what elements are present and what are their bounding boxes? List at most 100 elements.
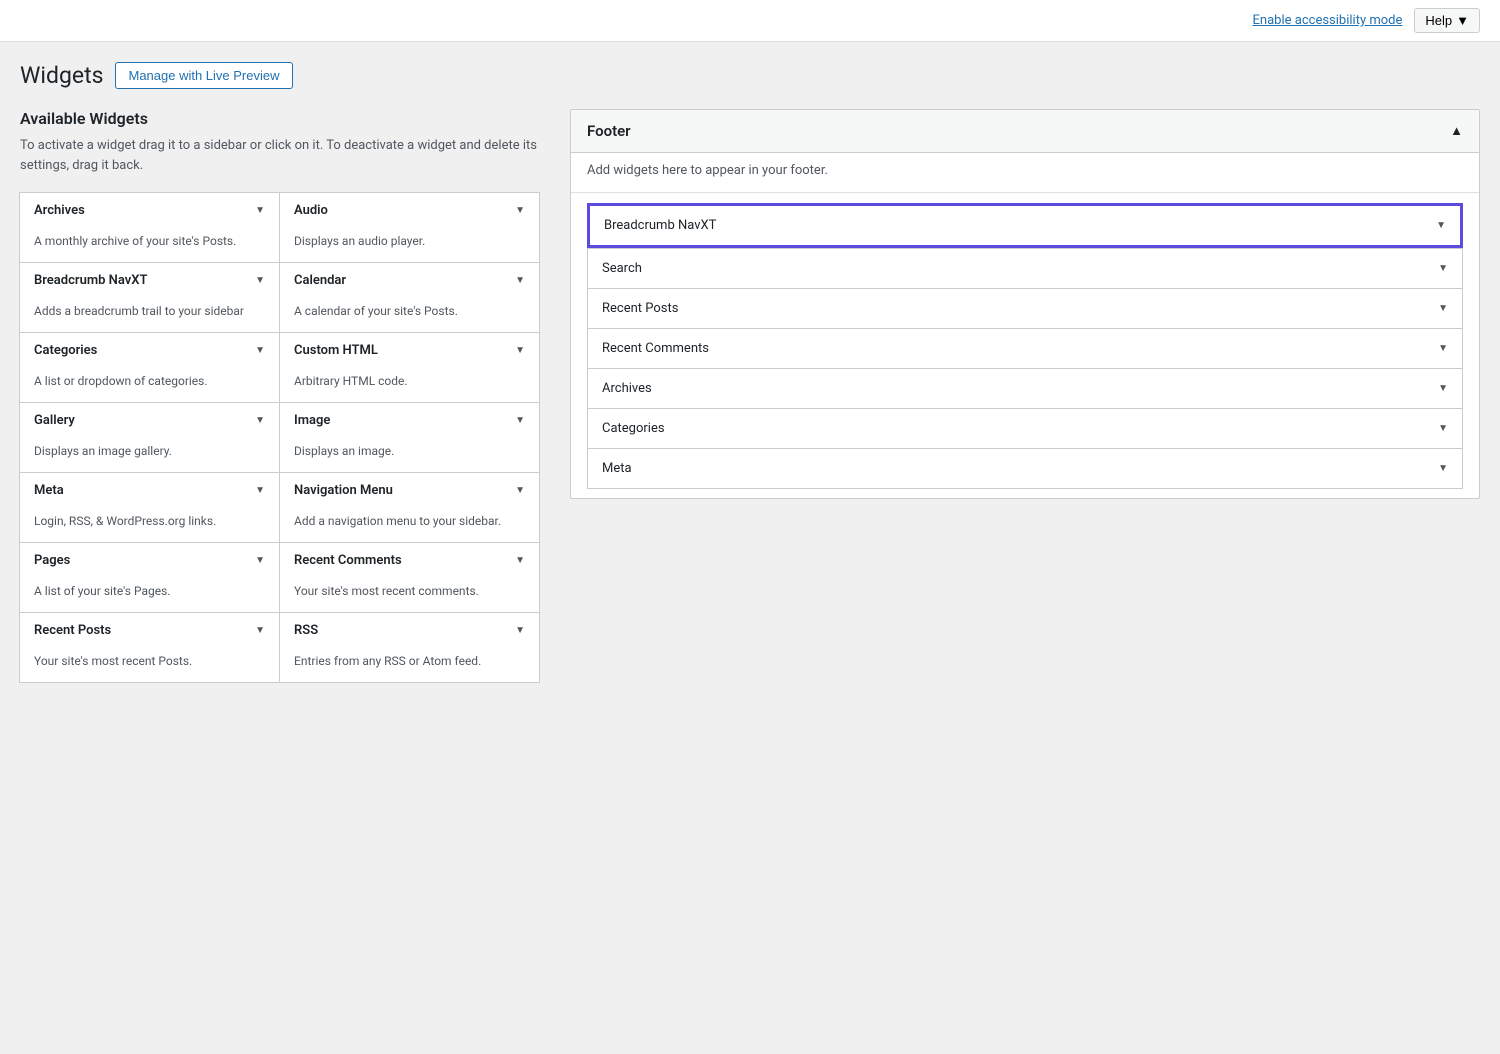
widget-chevron-icon: ▼ — [255, 485, 265, 496]
widget-name: Recent Comments — [294, 553, 402, 568]
footer-widget-name: Recent Posts — [602, 301, 678, 316]
widget-desc: A calendar of your site's Posts. — [280, 298, 539, 332]
widget-chevron-icon: ▼ — [515, 205, 525, 216]
footer-widget-chevron-icon: ▼ — [1438, 423, 1448, 434]
footer-widget-item[interactable]: Search ▼ — [587, 248, 1463, 289]
widget-item[interactable]: Navigation Menu ▼ Add a navigation menu … — [279, 472, 540, 543]
footer-widget-header[interactable]: Breadcrumb NavXT ▼ — [590, 206, 1460, 245]
widget-item[interactable]: Pages ▼ A list of your site's Pages. — [19, 542, 280, 613]
widget-chevron-icon: ▼ — [515, 345, 525, 356]
widget-name: Archives — [34, 203, 85, 218]
footer-widget-name: Categories — [602, 421, 665, 436]
widget-name: Gallery — [34, 413, 75, 428]
footer-widget-item[interactable]: Meta ▼ — [587, 448, 1463, 489]
widget-desc: Displays an audio player. — [280, 228, 539, 262]
widget-chevron-icon: ▼ — [515, 555, 525, 566]
widget-item[interactable]: Image ▼ Displays an image. — [279, 402, 540, 473]
footer-widget-item[interactable]: Recent Posts ▼ — [587, 288, 1463, 329]
widget-item[interactable]: Gallery ▼ Displays an image gallery. — [19, 402, 280, 473]
footer-widget-chevron-icon: ▼ — [1438, 383, 1448, 394]
widget-header[interactable]: Calendar ▼ — [280, 263, 539, 298]
widget-name: Custom HTML — [294, 343, 378, 358]
widget-item[interactable]: Audio ▼ Displays an audio player. — [279, 192, 540, 263]
widget-name: Meta — [34, 483, 64, 498]
widget-header[interactable]: Custom HTML ▼ — [280, 333, 539, 368]
footer-widget-header[interactable]: Recent Comments ▼ — [588, 329, 1462, 368]
widget-item[interactable]: Recent Comments ▼ Your site's most recen… — [279, 542, 540, 613]
widget-item[interactable]: Categories ▼ A list or dropdown of categ… — [19, 332, 280, 403]
widget-desc: Your site's most recent comments. — [280, 578, 539, 612]
widget-chevron-icon: ▼ — [255, 555, 265, 566]
widget-header[interactable]: Categories ▼ — [20, 333, 279, 368]
enable-accessibility-link[interactable]: Enable accessibility mode — [1253, 13, 1403, 28]
widget-item[interactable]: Archives ▼ A monthly archive of your sit… — [19, 192, 280, 263]
widget-name: Audio — [294, 203, 328, 218]
widget-header[interactable]: RSS ▼ — [280, 613, 539, 648]
widget-name: Pages — [34, 553, 70, 568]
help-label: Help — [1425, 13, 1452, 28]
footer-widget-name: Archives — [602, 381, 652, 396]
widget-desc: A monthly archive of your site's Posts. — [20, 228, 279, 262]
widget-header[interactable]: Meta ▼ — [20, 473, 279, 508]
footer-widget-chevron-icon: ▼ — [1438, 263, 1448, 274]
footer-widget-header[interactable]: Recent Posts ▼ — [588, 289, 1462, 328]
widget-item[interactable]: Meta ▼ Login, RSS, & WordPress.org links… — [19, 472, 280, 543]
footer-widget-chevron-icon: ▼ — [1436, 220, 1446, 231]
available-widgets-description: To activate a widget drag it to a sideba… — [20, 136, 540, 175]
widget-name: Navigation Menu — [294, 483, 393, 498]
widget-name: Calendar — [294, 273, 346, 288]
widget-header[interactable]: Gallery ▼ — [20, 403, 279, 438]
widget-item[interactable]: Calendar ▼ A calendar of your site's Pos… — [279, 262, 540, 333]
help-chevron-icon: ▼ — [1456, 13, 1469, 28]
footer-widget-header[interactable]: Categories ▼ — [588, 409, 1462, 448]
widget-header[interactable]: Recent Comments ▼ — [280, 543, 539, 578]
footer-widget-header[interactable]: Search ▼ — [588, 249, 1462, 288]
widget-header[interactable]: Pages ▼ — [20, 543, 279, 578]
widget-desc: Adds a breadcrumb trail to your sidebar — [20, 298, 279, 332]
widget-desc: Add a navigation menu to your sidebar. — [280, 508, 539, 542]
footer-header[interactable]: Footer ▲ — [571, 110, 1479, 153]
footer-widget-item[interactable]: Recent Comments ▼ — [587, 328, 1463, 369]
footer-widget-name: Recent Comments — [602, 341, 709, 356]
widget-desc: A list of your site's Pages. — [20, 578, 279, 612]
footer-widget-item[interactable]: Archives ▼ — [587, 368, 1463, 409]
widget-item[interactable]: Custom HTML ▼ Arbitrary HTML code. — [279, 332, 540, 403]
top-bar: Enable accessibility mode Help ▼ — [0, 0, 1500, 42]
widget-header[interactable]: Breadcrumb NavXT ▼ — [20, 263, 279, 298]
widget-name: Categories — [34, 343, 97, 358]
footer-collapse-icon: ▲ — [1450, 123, 1463, 139]
footer-widget-name: Breadcrumb NavXT — [604, 218, 716, 233]
widget-grid: Archives ▼ A monthly archive of your sit… — [20, 193, 540, 683]
widget-name: RSS — [294, 623, 318, 638]
footer-widget-header[interactable]: Archives ▼ — [588, 369, 1462, 408]
widget-item[interactable]: Recent Posts ▼ Your site's most recent P… — [19, 612, 280, 683]
widget-chevron-icon: ▼ — [255, 345, 265, 356]
widget-header[interactable]: Audio ▼ — [280, 193, 539, 228]
footer-widget-name: Meta — [602, 461, 632, 476]
widget-chevron-icon: ▼ — [515, 485, 525, 496]
widget-header[interactable]: Navigation Menu ▼ — [280, 473, 539, 508]
widget-header[interactable]: Archives ▼ — [20, 193, 279, 228]
footer-widget-chevron-icon: ▼ — [1438, 463, 1448, 474]
widget-name: Breadcrumb NavXT — [34, 273, 147, 288]
footer-widget-chevron-icon: ▼ — [1438, 343, 1448, 354]
footer-widget-item[interactable]: Breadcrumb NavXT ▼ — [587, 203, 1463, 248]
footer-title: Footer — [587, 122, 631, 140]
footer-widget-item[interactable]: Categories ▼ — [587, 408, 1463, 449]
widget-header[interactable]: Recent Posts ▼ — [20, 613, 279, 648]
widget-desc: Arbitrary HTML code. — [280, 368, 539, 402]
main-content: Available Widgets To activate a widget d… — [0, 99, 1500, 703]
widget-desc: Displays an image gallery. — [20, 438, 279, 472]
widget-desc: Entries from any RSS or Atom feed. — [280, 648, 539, 682]
help-button[interactable]: Help ▼ — [1414, 8, 1480, 33]
widget-item[interactable]: RSS ▼ Entries from any RSS or Atom feed. — [279, 612, 540, 683]
left-panel: Available Widgets To activate a widget d… — [20, 109, 540, 683]
widget-header[interactable]: Image ▼ — [280, 403, 539, 438]
footer-widget-header[interactable]: Meta ▼ — [588, 449, 1462, 488]
widget-chevron-icon: ▼ — [255, 415, 265, 426]
widget-desc: Login, RSS, & WordPress.org links. — [20, 508, 279, 542]
manage-preview-button[interactable]: Manage with Live Preview — [115, 62, 292, 89]
page-title: Widgets — [20, 62, 103, 89]
widget-item[interactable]: Breadcrumb NavXT ▼ Adds a breadcrumb tra… — [19, 262, 280, 333]
widget-desc: Your site's most recent Posts. — [20, 648, 279, 682]
